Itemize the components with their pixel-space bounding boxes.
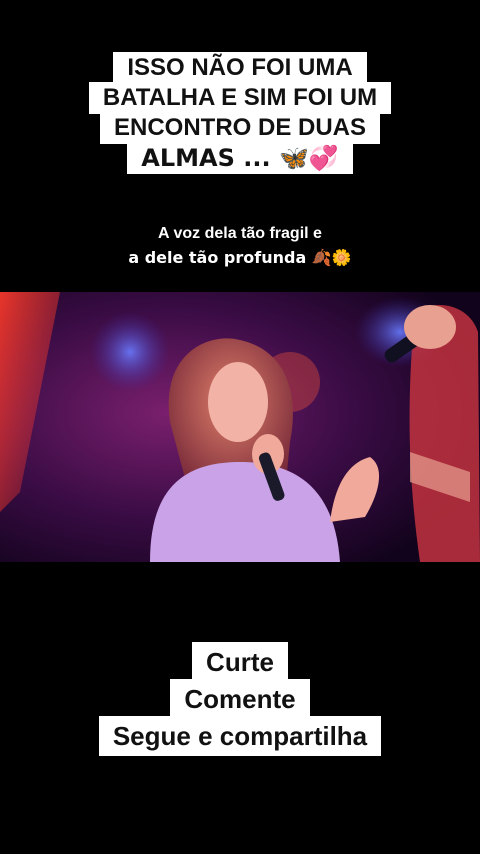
subtitle-line: A voz dela tão fragil e bbox=[158, 225, 322, 242]
caption-line: ENCONTRO DE DUAS bbox=[99, 112, 380, 144]
stage-light bbox=[90, 312, 170, 392]
caption-line: BATALHA E SIM FOI UM bbox=[88, 82, 392, 114]
call-to-action-block: Curte Comente Segue e compartilha bbox=[0, 642, 480, 756]
cta-line: Curte bbox=[192, 642, 288, 682]
partner-hand bbox=[404, 305, 456, 349]
singer-face bbox=[208, 362, 268, 442]
caption-block: ISSO NÃO FOI UMA BATALHA E SIM FOI UM EN… bbox=[0, 52, 480, 174]
subtitle-line: a dele tão profunda 🍂🌼 bbox=[128, 248, 352, 267]
video-frame[interactable] bbox=[0, 292, 480, 562]
subtitle-text: A voz dela tão fragil e a dele tão profu… bbox=[0, 222, 480, 270]
caption-line: ALMAS ... 🦋💞 bbox=[127, 142, 353, 174]
caption-line: ISSO NÃO FOI UMA bbox=[113, 52, 367, 84]
cta-line: Comente bbox=[170, 679, 310, 719]
cta-line: Segue e compartilha bbox=[98, 716, 382, 756]
concert-scene-image bbox=[0, 292, 480, 562]
